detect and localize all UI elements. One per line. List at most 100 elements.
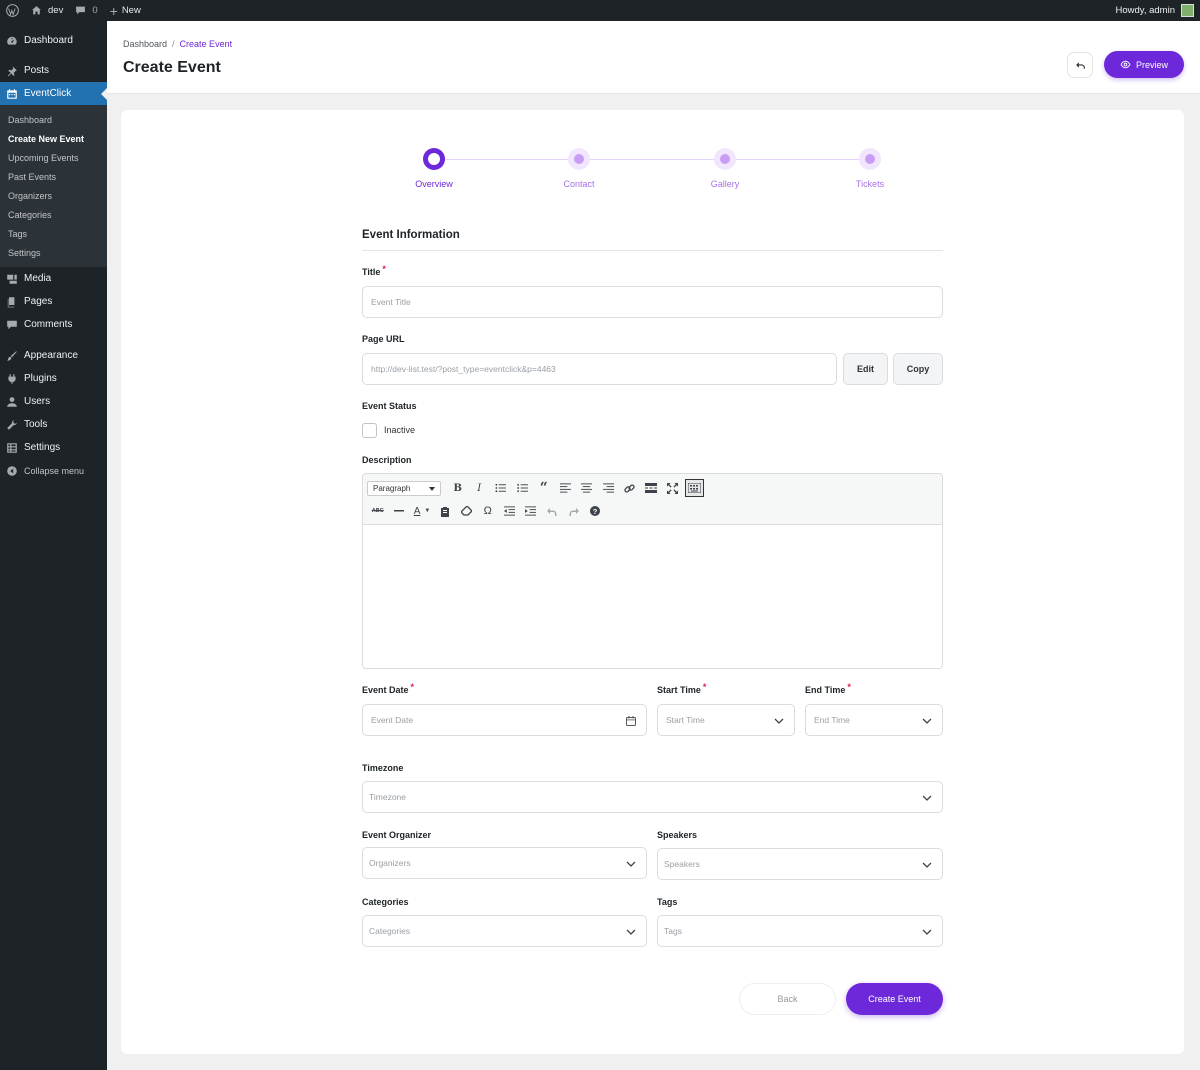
- preview-button[interactable]: Preview: [1104, 51, 1184, 78]
- end-time-placeholder: End Time: [814, 715, 850, 725]
- paste-text-icon[interactable]: [434, 502, 456, 520]
- wordpress-logo-icon[interactable]: [0, 0, 25, 21]
- page-url-value: http://dev-list.test/?post_type=eventcli…: [371, 364, 556, 374]
- submenu-item-tags[interactable]: Tags: [0, 225, 107, 244]
- sidebar-item-collapse-menu[interactable]: Collapse menu: [0, 459, 107, 482]
- horizontal-line-icon[interactable]: [389, 502, 411, 520]
- plus-icon: +: [109, 2, 118, 19]
- required-mark: *: [382, 264, 386, 274]
- sidebar-item-pages[interactable]: Pages: [0, 290, 107, 313]
- fullscreen-icon[interactable]: [662, 479, 684, 497]
- edit-url-button[interactable]: Edit: [843, 353, 888, 385]
- back-button[interactable]: Back: [739, 983, 836, 1015]
- my-account[interactable]: Howdy, admin: [1116, 4, 1200, 17]
- timezone-label: Timezone: [362, 763, 404, 773]
- submenu-item-settings[interactable]: Settings: [0, 244, 107, 263]
- sidebar-item-comments[interactable]: Comments: [0, 313, 107, 336]
- title-placeholder: Event Title: [371, 297, 411, 307]
- step-gallery[interactable]: Gallery: [685, 148, 765, 189]
- comments-count: 0: [92, 5, 98, 16]
- page-header: Dashboard / Create Event Create Event Prev…: [107, 21, 1200, 94]
- step-dot: [859, 148, 881, 170]
- status-text: Inactive: [384, 425, 416, 435]
- submenu-item-upcoming-events[interactable]: Upcoming Events: [0, 149, 107, 168]
- chevron-down-icon: [922, 795, 932, 801]
- align-left-icon[interactable]: [555, 479, 577, 497]
- speakers-placeholder: Speakers: [664, 859, 700, 869]
- strikethrough-icon[interactable]: ABC: [367, 502, 389, 520]
- site-name-link[interactable]: dev: [25, 0, 69, 21]
- redo-icon[interactable]: [563, 502, 585, 520]
- tags-label: Tags: [657, 897, 678, 907]
- bold-icon[interactable]: B: [447, 479, 469, 497]
- align-center-icon[interactable]: [576, 479, 598, 497]
- organizer-select[interactable]: Organizers: [362, 847, 647, 879]
- sidebar-item-label: Appearance: [24, 350, 78, 361]
- step-label: Overview: [415, 179, 453, 189]
- indent-icon[interactable]: [520, 502, 542, 520]
- start-time-select[interactable]: Start Time: [657, 704, 795, 736]
- align-right-icon[interactable]: [598, 479, 620, 497]
- undo-button[interactable]: [1067, 52, 1093, 78]
- step-tickets[interactable]: Tickets: [830, 148, 910, 189]
- tags-placeholder: Tags: [664, 926, 682, 936]
- pushpin-icon: [7, 65, 17, 76]
- sidebar-item-users[interactable]: Users: [0, 390, 107, 413]
- step-dot: [714, 148, 736, 170]
- end-time-select[interactable]: End Time: [805, 704, 943, 736]
- clear-formatting-icon[interactable]: [456, 502, 478, 520]
- breadcrumb: Dashboard / Create Event: [123, 39, 232, 49]
- status-checkbox[interactable]: [362, 423, 377, 438]
- chevron-down-icon: [774, 718, 784, 724]
- new-content-link[interactable]: + New: [104, 0, 147, 21]
- categories-select[interactable]: Categories: [362, 915, 647, 947]
- sidebar-item-dashboard[interactable]: Dashboard: [0, 29, 107, 52]
- comments-link[interactable]: 0: [69, 0, 103, 21]
- text-color-icon[interactable]: A ▼: [410, 502, 434, 520]
- submenu-item-past-events[interactable]: Past Events: [0, 168, 107, 187]
- step-contact[interactable]: Contact: [539, 148, 619, 189]
- create-event-button[interactable]: Create Event: [846, 983, 943, 1015]
- tags-select[interactable]: Tags: [657, 915, 943, 947]
- sidebar-item-plugins[interactable]: Plugins: [0, 367, 107, 390]
- comment-icon: [7, 320, 17, 329]
- italic-icon[interactable]: I: [469, 479, 491, 497]
- special-character-icon[interactable]: Ω: [477, 502, 499, 520]
- timezone-select[interactable]: Timezone: [362, 781, 943, 813]
- event-date-input[interactable]: Event Date: [362, 704, 647, 736]
- editor-content-area[interactable]: [363, 525, 942, 668]
- blockquote-icon[interactable]: “: [533, 479, 555, 497]
- undo-icon[interactable]: [542, 502, 564, 520]
- sidebar-item-eventclick[interactable]: EventClick: [0, 82, 107, 105]
- sidebar-item-tools[interactable]: Tools: [0, 413, 107, 436]
- submenu-item-dashboard[interactable]: Dashboard: [0, 111, 107, 130]
- format-select[interactable]: Paragraph: [367, 480, 441, 496]
- new-label: New: [121, 5, 141, 16]
- submenu-item-create-new-event[interactable]: Create New Event: [0, 130, 107, 149]
- section-divider: [362, 250, 943, 251]
- title-input[interactable]: Event Title: [362, 286, 943, 318]
- page-url-input[interactable]: http://dev-list.test/?post_type=eventcli…: [362, 353, 837, 385]
- toolbar-toggle-icon[interactable]: [684, 479, 704, 497]
- speakers-label: Speakers: [657, 830, 698, 840]
- submenu-item-organizers[interactable]: Organizers: [0, 187, 107, 206]
- chevron-down-icon: [922, 862, 932, 868]
- sidebar-item-settings[interactable]: Settings: [0, 436, 107, 459]
- outdent-icon[interactable]: [499, 502, 521, 520]
- numbered-list-icon[interactable]: [512, 479, 534, 497]
- required-mark: *: [410, 682, 415, 692]
- copy-url-button[interactable]: Copy: [893, 353, 943, 385]
- step-overview[interactable]: Overview: [394, 148, 474, 189]
- chevron-down-icon: [922, 718, 932, 724]
- sidebar-item-posts[interactable]: Posts: [0, 59, 107, 82]
- avatar: [1181, 4, 1194, 17]
- speakers-select[interactable]: Speakers: [657, 848, 943, 880]
- read-more-icon[interactable]: [641, 479, 663, 497]
- bullet-list-icon[interactable]: [490, 479, 512, 497]
- help-icon[interactable]: ?: [585, 502, 607, 520]
- submenu-item-categories[interactable]: Categories: [0, 206, 107, 225]
- sidebar-item-appearance[interactable]: Appearance: [0, 344, 107, 367]
- link-icon[interactable]: [619, 479, 641, 497]
- sidebar-item-media[interactable]: Media: [0, 267, 107, 290]
- breadcrumb-dashboard[interactable]: Dashboard: [123, 39, 167, 49]
